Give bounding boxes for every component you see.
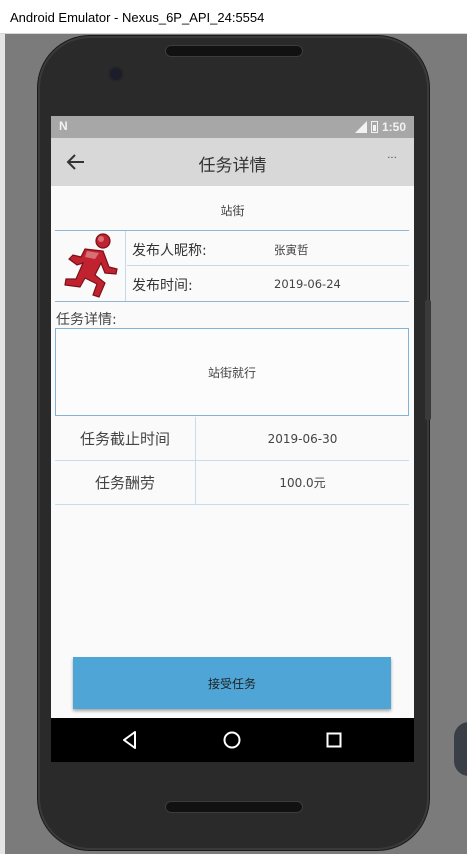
publish-time-row: 发布时间: 2019-06-24 <box>127 266 409 301</box>
reward-value: 100.0元 <box>279 476 326 490</box>
deadline-row: 任务截止时间 2019-06-30 <box>55 417 409 461</box>
phone-side-button <box>425 300 431 420</box>
device-screen: N 1:50 任务详情 ··· 站街 发布人昵称: 张寅哲 发布时间: 2019… <box>51 116 414 762</box>
status-time: 1:50 <box>381 120 406 134</box>
desktop-strip <box>0 34 5 854</box>
publisher-value: 张寅哲 <box>274 243 309 257</box>
deadline-value: 2019-06-30 <box>267 432 338 446</box>
avatar <box>55 231 126 301</box>
reward-label: 任务酬劳 <box>55 461 196 505</box>
status-icons: 1:50 <box>354 119 406 135</box>
detail-heading: 任务详情: <box>56 312 117 328</box>
window-title: Android Emulator - Nexus_6P_API_24:5554 <box>10 10 265 25</box>
publish-time-label: 发布时间: <box>132 278 193 294</box>
publisher-info: 发布人昵称: 张寅哲 发布时间: 2019-06-24 <box>55 230 409 302</box>
deadline-label: 任务截止时间 <box>55 417 196 461</box>
emulator-side-control[interactable] <box>454 722 467 776</box>
window-titlebar: Android Emulator - Nexus_6P_API_24:5554 <box>0 0 467 34</box>
app-bar: 任务详情 ··· <box>51 138 414 186</box>
page-title: 任务详情 <box>198 156 267 176</box>
detail-text: 站街就行 <box>207 366 256 380</box>
signal-icon <box>354 121 367 133</box>
task-name: 站街 <box>220 204 245 218</box>
detail-box: 站街就行 <box>55 328 409 416</box>
status-bar: N 1:50 <box>51 116 414 138</box>
reward-row: 任务酬劳 100.0元 <box>55 461 409 505</box>
accept-task-button[interactable]: 接受任务 <box>73 657 391 709</box>
top-speaker <box>166 46 302 56</box>
battery-icon <box>370 121 378 133</box>
publisher-label: 发布人昵称: <box>132 243 207 259</box>
triangle-back-icon[interactable] <box>119 729 141 751</box>
bottom-speaker <box>166 802 302 812</box>
square-recents-icon[interactable] <box>323 729 345 751</box>
overflow-menu-icon[interactable]: ··· <box>384 150 400 172</box>
running-man-icon <box>64 233 118 298</box>
circle-home-icon[interactable] <box>221 729 243 751</box>
front-camera <box>110 68 122 80</box>
publisher-row: 发布人昵称: 张寅哲 <box>127 231 409 266</box>
navigation-bar <box>51 718 414 762</box>
publish-time-value: 2019-06-24 <box>274 277 341 291</box>
notification-n-icon: N <box>59 119 68 133</box>
